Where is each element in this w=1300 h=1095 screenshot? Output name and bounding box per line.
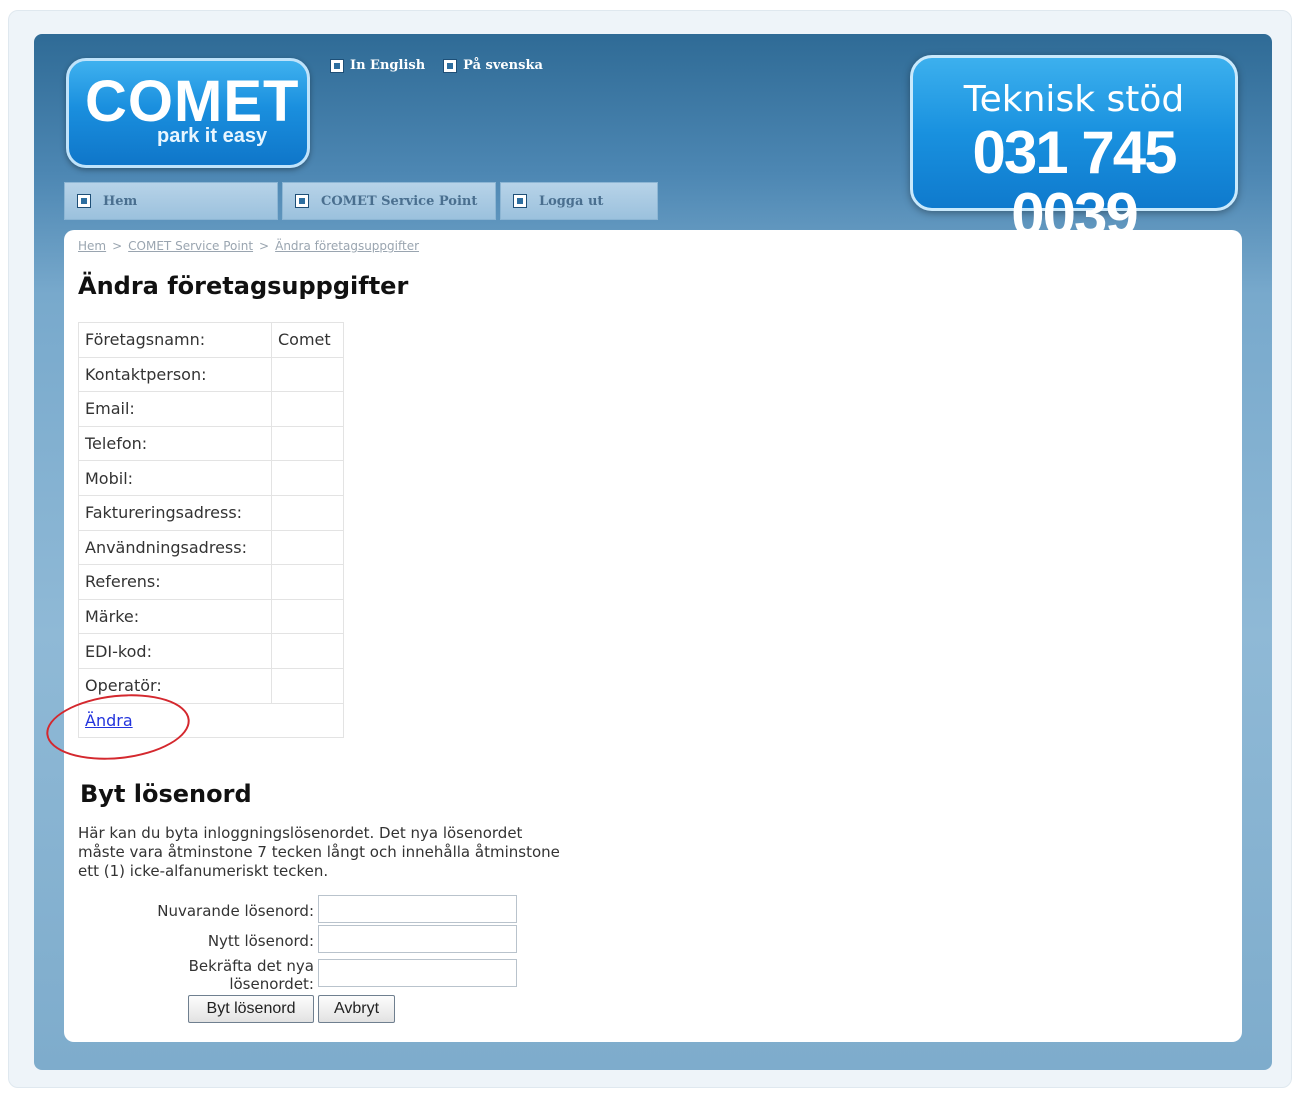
table-row: Mobil:	[78, 460, 344, 496]
edit-cell: Ändra	[78, 702, 344, 739]
table-row: Användningsadress:	[78, 529, 344, 566]
table-row: EDI-kod:	[78, 633, 344, 669]
field-value	[271, 460, 344, 496]
field-value	[271, 425, 344, 462]
table-row: Faktureringsadress:	[78, 494, 344, 531]
nav-tab-hem[interactable]: Hem	[64, 182, 278, 220]
table-row: Ändra	[78, 702, 344, 739]
comet-logo[interactable]: COMET park it easy	[66, 58, 310, 168]
nav-tab-service-point[interactable]: COMET Service Point	[282, 182, 496, 220]
breadcrumb-link-service-point[interactable]: COMET Service Point	[128, 239, 253, 253]
square-bullet-icon	[330, 58, 344, 73]
field-value	[271, 529, 344, 566]
field-label: Mobil:	[78, 460, 272, 496]
confirm-password-label: Bekräfta det nya lösenordet:	[78, 957, 314, 993]
confirm-password-label-line1: Bekräfta det nya	[188, 957, 314, 975]
field-label: Märke:	[78, 598, 272, 635]
support-banner: Teknisk stöd 031 745 0039	[910, 55, 1238, 246]
company-info-table: Företagsnamn: Comet Kontaktperson: Email…	[78, 322, 344, 739]
field-value	[271, 564, 344, 600]
field-label: Användningsadress:	[78, 529, 272, 566]
square-bullet-icon	[77, 194, 91, 208]
nav-tab-label: COMET Service Point	[321, 193, 478, 209]
field-value	[271, 391, 344, 427]
field-label: EDI-kod:	[78, 633, 272, 669]
square-bullet-icon	[513, 194, 527, 208]
field-label: Telefon:	[78, 425, 272, 462]
field-label: Email:	[78, 391, 272, 427]
logo-tagline: park it easy	[157, 125, 268, 147]
breadcrumb-separator: >	[112, 239, 123, 253]
field-value	[271, 598, 344, 635]
breadcrumb-link-hem[interactable]: Hem	[78, 239, 106, 253]
lang-swedish-label: På svenska	[463, 58, 543, 73]
new-password-input[interactable]	[318, 925, 517, 953]
field-value	[271, 667, 344, 704]
lang-swedish-link[interactable]: På svenska	[443, 58, 543, 73]
password-description: Här kan du byta inloggningslösenordet. D…	[78, 824, 560, 880]
field-label: Faktureringsadress:	[78, 494, 272, 531]
main-nav: Hem COMET Service Point Logga ut	[64, 182, 658, 220]
table-row: Telefon:	[78, 425, 344, 462]
field-label: Kontaktperson:	[78, 356, 272, 393]
current-password-input[interactable]	[318, 895, 517, 923]
field-value: Comet	[271, 322, 344, 358]
square-bullet-icon	[295, 194, 309, 208]
field-label: Företagsnamn:	[78, 322, 272, 358]
lang-english-label: In English	[350, 58, 426, 73]
table-row: Referens:	[78, 564, 344, 600]
logo-text: COMET	[85, 69, 300, 134]
table-row: Märke:	[78, 598, 344, 635]
support-phone: 031 745 0039	[972, 119, 1178, 248]
field-label: Referens:	[78, 564, 272, 600]
table-row: Operatör:	[78, 667, 344, 704]
table-row: Företagsnamn: Comet	[78, 322, 344, 358]
breadcrumb-separator: >	[259, 239, 270, 253]
change-password-button[interactable]: Byt lösenord	[188, 995, 314, 1023]
nav-tab-label: Hem	[103, 193, 138, 209]
nav-tab-logout[interactable]: Logga ut	[500, 182, 658, 220]
field-value	[271, 356, 344, 393]
content-panel: Hem > COMET Service Point > Ändra företagsup…	[43, 230, 1242, 1042]
password-section-title: Byt lösenord	[80, 780, 252, 808]
breadcrumb: Hem > COMET Service Point > Ändra företagsup…	[78, 239, 419, 253]
support-title: Teknisk stöd	[963, 79, 1185, 120]
language-bar: In English På svenska	[330, 58, 543, 73]
table-row: Kontaktperson:	[78, 356, 344, 393]
breadcrumb-link-current[interactable]: Ändra företagsuppgifter	[275, 239, 419, 253]
table-row: Email:	[78, 391, 344, 427]
field-value	[271, 494, 344, 531]
field-label: Operatör:	[78, 667, 272, 704]
new-password-label: Nytt lösenord:	[207, 932, 314, 950]
cancel-button[interactable]: Avbryt	[318, 995, 395, 1023]
page-title: Ändra företagsuppgifter	[78, 272, 409, 300]
nav-tab-label: Logga ut	[539, 193, 604, 209]
square-bullet-icon	[443, 58, 458, 73]
edit-company-link[interactable]: Ändra	[85, 711, 133, 730]
current-password-label: Nuvarande lösenord:	[157, 902, 314, 920]
confirm-password-input[interactable]	[318, 959, 517, 987]
lang-english-link[interactable]: In English	[330, 58, 425, 73]
confirm-password-label-line2: lösenordet:	[229, 975, 314, 993]
field-value	[271, 633, 344, 669]
